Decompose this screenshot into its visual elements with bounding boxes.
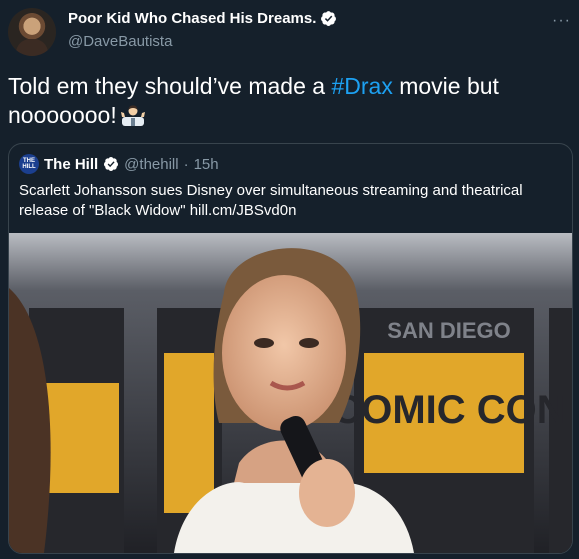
banner-text-top: SAN DIEGO — [387, 318, 510, 343]
author-row: Poor Kid Who Chased His Dreams. — [68, 10, 337, 27]
tweet-text: Told em they should’ve made a #Drax movi… — [8, 72, 568, 130]
quoted-timestamp[interactable]: 15h — [194, 156, 219, 173]
avatar-figure — [16, 39, 48, 56]
quoted-tweet-text: Scarlett Johansson sues Disney over simu… — [19, 182, 523, 219]
author-handle[interactable]: @DaveBautista — [68, 33, 172, 50]
quoted-verified-badge-icon — [104, 157, 119, 171]
quoted-display-name[interactable]: The Hill — [44, 156, 98, 173]
more-options-button[interactable]: ··· — [552, 12, 571, 30]
quoted-separator: · — [183, 155, 189, 173]
quoted-tweet[interactable]: THE HILL The Hill @thehill · 15h Scarlet… — [8, 143, 573, 554]
quoted-handle[interactable]: @thehill — [124, 156, 178, 173]
quoted-avatar[interactable]: THE HILL — [19, 154, 39, 174]
verified-badge-icon — [321, 11, 337, 26]
hashtag-link[interactable]: #Drax — [331, 73, 392, 99]
display-name[interactable]: Poor Kid Who Chased His Dreams. — [68, 10, 316, 27]
quoted-tweet-header: THE HILL The Hill @thehill · 15h — [19, 154, 219, 174]
man-shrugging-icon — [120, 105, 145, 126]
tweet-text-start: Told em they should’ve made a — [8, 73, 332, 99]
avatar[interactable] — [8, 8, 56, 56]
tweet[interactable]: Poor Kid Who Chased His Dreams. @DaveBau… — [0, 0, 579, 559]
quoted-tweet-image[interactable]: SAN DIEGO COMIC CON — [9, 233, 572, 553]
banner-text-bottom: COMIC CON — [332, 388, 565, 432]
quoted-logo-text: THE HILL — [22, 158, 36, 170]
